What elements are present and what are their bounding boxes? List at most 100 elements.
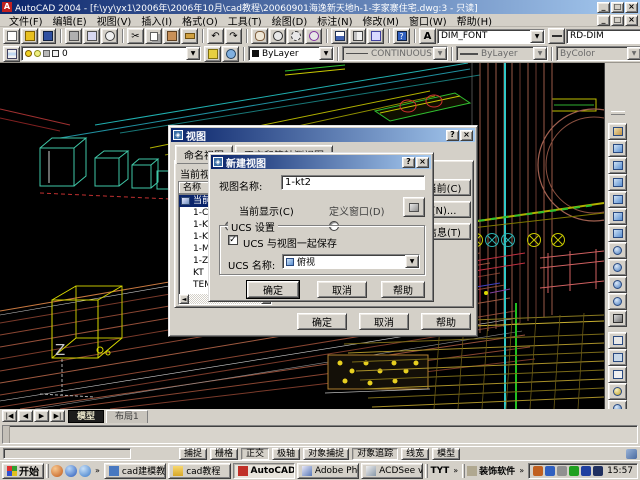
- chevron-down-icon[interactable]: ▼: [186, 47, 200, 60]
- pan-realtime-icon[interactable]: [251, 28, 268, 44]
- doc-restore-icon[interactable]: □: [611, 15, 624, 26]
- hidden-mode-icon[interactable]: [608, 366, 627, 383]
- top-view-icon[interactable]: [608, 140, 627, 157]
- new-icon[interactable]: [3, 28, 20, 44]
- media-player-icon[interactable]: [79, 465, 91, 477]
- band-grip[interactable]: [425, 464, 428, 478]
- browser-icon[interactable]: [51, 465, 63, 477]
- help-icon[interactable]: ?: [446, 130, 459, 141]
- front-view-icon[interactable]: [608, 208, 627, 225]
- chevron-down-icon[interactable]: ▼: [627, 47, 640, 60]
- tab-model[interactable]: 模型: [68, 410, 104, 423]
- polar-toggle[interactable]: 极轴: [272, 448, 300, 460]
- ok-button[interactable]: 确定: [297, 313, 347, 330]
- chevron-down-icon[interactable]: ▼: [433, 47, 447, 60]
- dim-style-icon[interactable]: [548, 28, 565, 44]
- task-photoshop[interactable]: Adobe Photo...: [297, 463, 359, 479]
- next-tab-icon[interactable]: ▶: [34, 410, 49, 422]
- view-dialog-titlebar[interactable]: ◈ 视图 ? ×: [171, 128, 475, 142]
- ne-isometric-icon[interactable]: [608, 276, 627, 293]
- close-icon[interactable]: ×: [625, 2, 638, 13]
- menu-draw[interactable]: 绘图(D): [267, 13, 313, 28]
- plot-style-combo[interactable]: ByColor ▼: [556, 46, 640, 61]
- tray-qq-icon[interactable]: [533, 466, 543, 476]
- ucs-save-checkbox[interactable]: ✓: [228, 235, 238, 245]
- menu-format[interactable]: 格式(O): [177, 13, 223, 28]
- help-icon[interactable]: ?: [402, 157, 415, 168]
- otrack-toggle[interactable]: 对象追踪: [352, 448, 398, 460]
- tray-ime-icon[interactable]: [593, 466, 603, 476]
- chevron-more-icon[interactable]: »: [451, 466, 460, 475]
- menu-tools[interactable]: 工具(T): [223, 13, 267, 28]
- define-window-label[interactable]: 定义窗口(D): [329, 203, 385, 218]
- chevron-down-icon[interactable]: ▼: [319, 47, 333, 60]
- command-splitter[interactable]: [3, 426, 10, 443]
- define-window-pick-button[interactable]: [403, 197, 425, 217]
- match-properties-icon[interactable]: [181, 28, 198, 44]
- tab-layout1[interactable]: 布局1: [106, 410, 148, 423]
- layer-manager-icon[interactable]: [3, 46, 20, 62]
- right-view-icon[interactable]: [608, 191, 627, 208]
- redo-icon[interactable]: ↷: [225, 28, 242, 44]
- zoom-window-icon[interactable]: [287, 28, 304, 44]
- toolbar-grip[interactable]: [611, 111, 625, 115]
- command-text[interactable]: [10, 426, 18, 443]
- task-autocad[interactable]: AutoCAD 200...: [233, 463, 295, 479]
- ok-button[interactable]: 确定: [247, 281, 299, 298]
- doc-close-icon[interactable]: ×: [625, 15, 638, 26]
- text-style-icon[interactable]: A: [419, 28, 436, 44]
- osnap-toggle[interactable]: 对象捕捉: [303, 448, 349, 460]
- menu-modify[interactable]: 修改(M): [358, 13, 404, 28]
- menu-view[interactable]: 视图(V): [92, 13, 137, 28]
- taskbar-clock[interactable]: 15:57: [607, 466, 633, 476]
- menu-file[interactable]: 文件(F): [4, 13, 48, 28]
- menu-dimension[interactable]: 标注(N): [312, 13, 357, 28]
- cancel-button[interactable]: 取消: [359, 313, 409, 330]
- sw-isometric-icon[interactable]: [608, 242, 627, 259]
- properties-icon[interactable]: [331, 28, 348, 44]
- menu-help[interactable]: 帮助(H): [452, 13, 497, 28]
- help-icon[interactable]: ?: [393, 28, 410, 44]
- minimize-icon[interactable]: _: [597, 2, 610, 13]
- restore-icon[interactable]: □: [611, 2, 624, 13]
- bottom-view-icon[interactable]: [608, 157, 627, 174]
- band-grip[interactable]: [462, 464, 465, 478]
- chevron-down-icon[interactable]: ▼: [530, 30, 544, 43]
- cut-icon[interactable]: ✂: [127, 28, 144, 44]
- menu-window[interactable]: 窗口(W): [404, 13, 452, 28]
- flat-shaded-icon[interactable]: [608, 383, 627, 400]
- find-icon[interactable]: [101, 28, 118, 44]
- grid-toggle[interactable]: 栅格: [210, 448, 238, 460]
- color-combo[interactable]: ByLayer ▼: [248, 46, 334, 61]
- cancel-button[interactable]: 取消: [317, 281, 367, 298]
- text-style-combo[interactable]: DIM_FONT ▼: [437, 29, 545, 44]
- ortho-toggle[interactable]: 正交: [241, 448, 269, 460]
- 3d-wireframe-icon[interactable]: [608, 349, 627, 366]
- lineweight-toggle[interactable]: 线宽: [401, 448, 429, 460]
- plot-preview-icon[interactable]: [83, 28, 100, 44]
- tray-volume-icon[interactable]: [557, 466, 567, 476]
- ucs-save-label[interactable]: UCS 与视图一起保存: [243, 235, 337, 250]
- dim-style-combo[interactable]: RD-DIM ▼: [566, 29, 640, 44]
- menu-insert[interactable]: 插入(I): [136, 13, 177, 28]
- tray-msn-icon[interactable]: [545, 466, 555, 476]
- communication-center-icon[interactable]: [626, 449, 637, 459]
- command-line-window[interactable]: [0, 423, 640, 446]
- zoom-realtime-icon[interactable]: [269, 28, 286, 44]
- paste-icon[interactable]: [163, 28, 180, 44]
- task-acdsee[interactable]: ACDSee v3.1...: [361, 463, 423, 479]
- chevron-more-icon[interactable]: »: [517, 466, 526, 475]
- camera-icon[interactable]: [608, 310, 627, 327]
- task-cad-modeling[interactable]: cad建模教程...: [104, 463, 166, 479]
- copy-icon[interactable]: [145, 28, 162, 44]
- designcenter-icon[interactable]: [349, 28, 366, 44]
- left-view-icon[interactable]: [608, 174, 627, 191]
- drawing-area[interactable]: Z: [0, 63, 640, 409]
- tray-antivirus-icon[interactable]: [569, 466, 579, 476]
- plot-icon[interactable]: [65, 28, 82, 44]
- last-tab-icon[interactable]: ▶|: [50, 410, 65, 422]
- task-cad-folder[interactable]: cad教程: [168, 463, 230, 479]
- prev-tab-icon[interactable]: ◀: [18, 410, 33, 422]
- linetype-combo[interactable]: CONTINUOUS ▼: [342, 46, 448, 61]
- chevron-down-icon[interactable]: ▼: [405, 255, 419, 268]
